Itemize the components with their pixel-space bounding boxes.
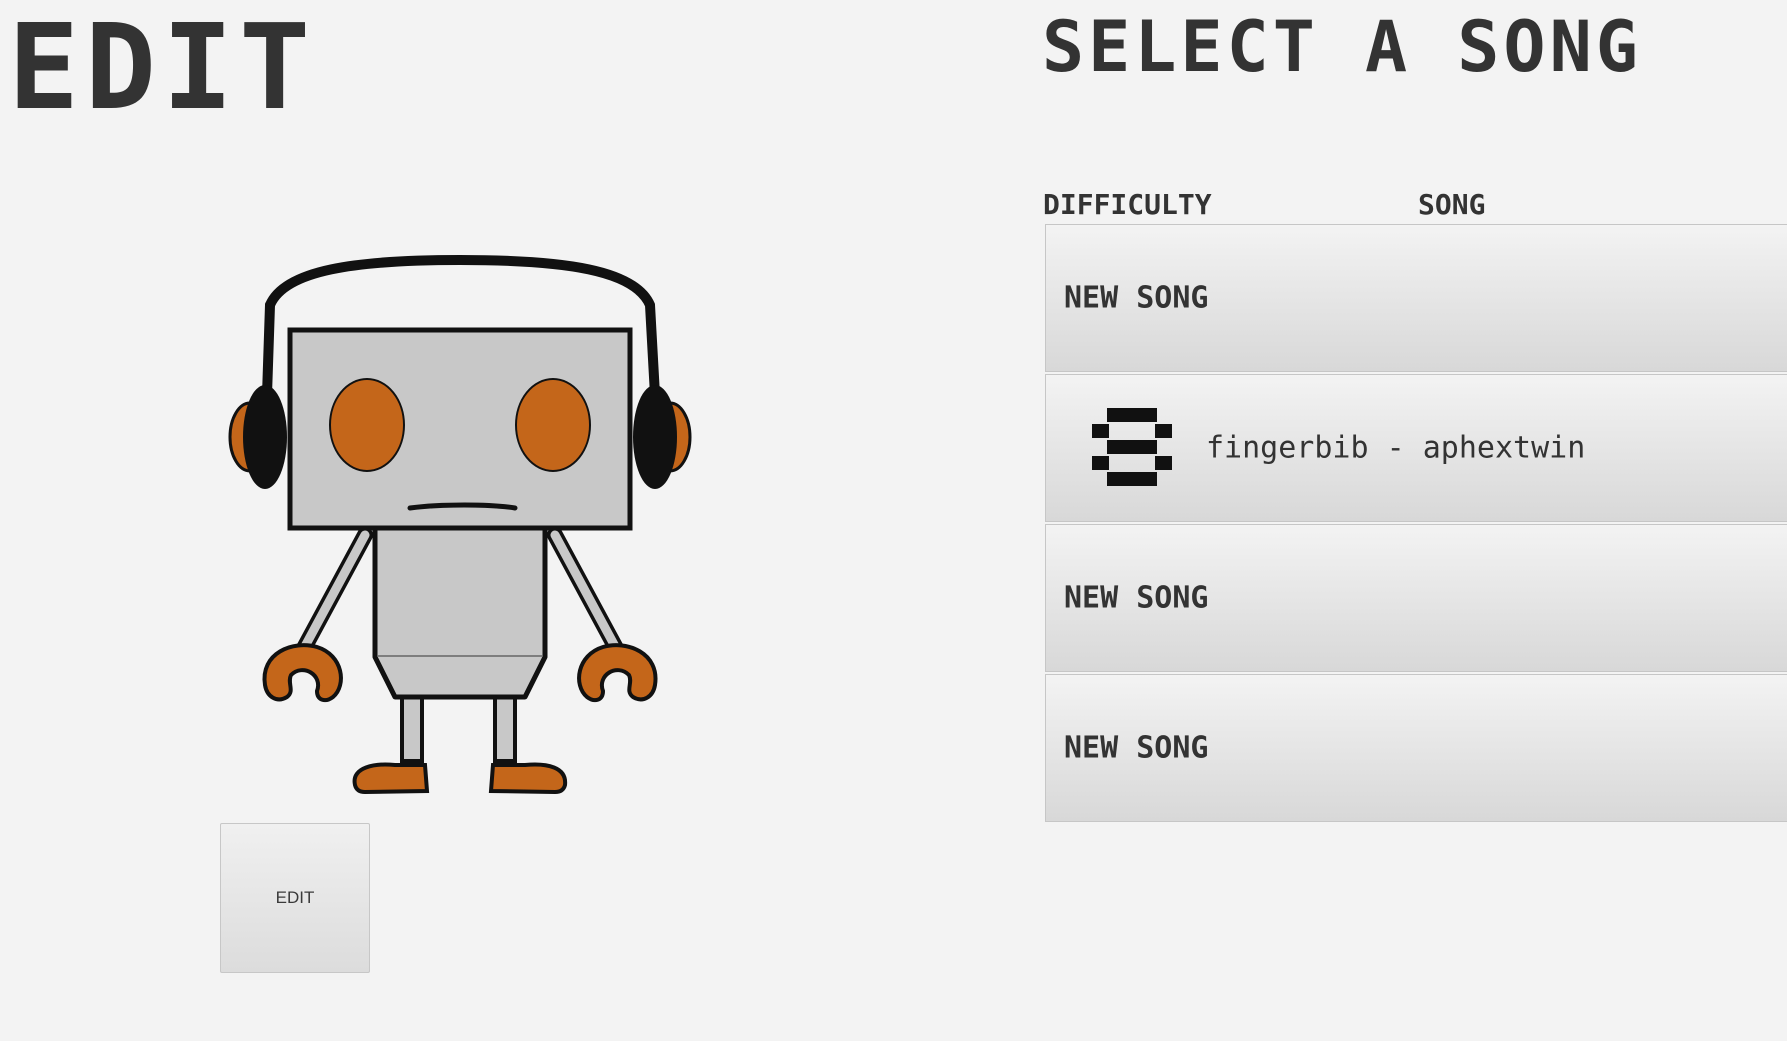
song-column-header: SONG bbox=[1418, 188, 1486, 221]
new-song-row[interactable]: NEW SONG bbox=[1045, 224, 1787, 372]
page-title: EDIT bbox=[8, 0, 317, 136]
new-song-label: NEW SONG bbox=[1064, 730, 1209, 766]
difficulty-number: 8 bbox=[1130, 449, 1135, 458]
new-song-label: NEW SONG bbox=[1064, 580, 1209, 616]
song-list: NEW SONG 8 fingerbib - aphextwin NEW SON… bbox=[1045, 224, 1787, 824]
song-table-header: DIFFICULTY SONG bbox=[1043, 188, 1787, 221]
new-song-row[interactable]: NEW SONG bbox=[1045, 524, 1787, 672]
song-title: fingerbib - aphextwin bbox=[1206, 430, 1586, 466]
edit-button[interactable]: EDIT bbox=[220, 823, 370, 973]
difficulty-value: 8 bbox=[1092, 408, 1172, 486]
new-song-row[interactable]: NEW SONG bbox=[1045, 674, 1787, 822]
difficulty-column-header: DIFFICULTY bbox=[1043, 188, 1212, 221]
robot-with-headphones-icon bbox=[228, 254, 692, 795]
new-song-label: NEW SONG bbox=[1064, 280, 1209, 316]
select-song-title: SELECT A SONG bbox=[1042, 6, 1642, 88]
song-row[interactable]: 8 fingerbib - aphextwin bbox=[1045, 374, 1787, 522]
